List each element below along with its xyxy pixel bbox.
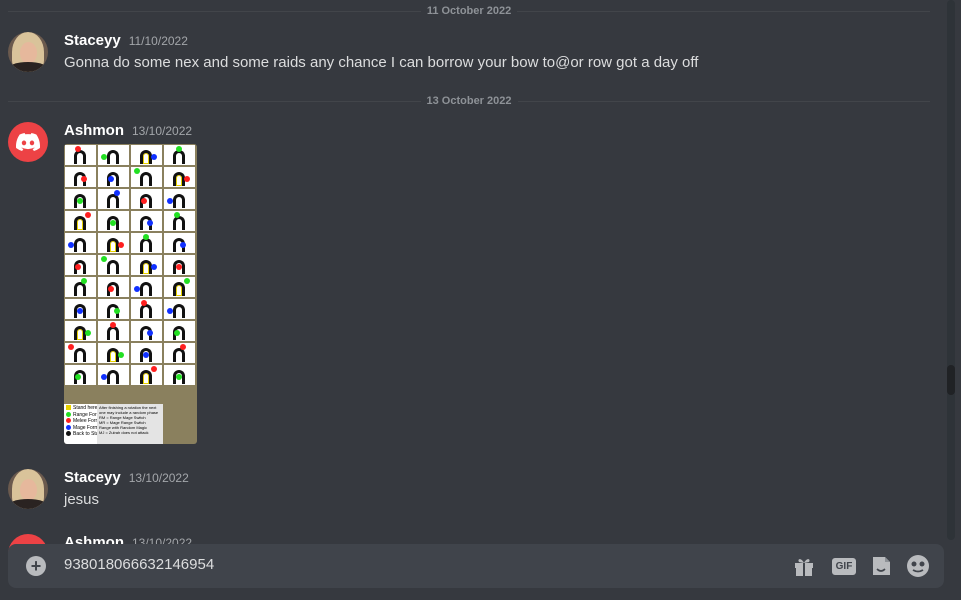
date-divider: 11 October 2022 xyxy=(8,5,931,17)
message-text: jesus xyxy=(64,491,100,508)
message-composer[interactable]: + 938018066632146954 GIF xyxy=(8,544,944,588)
message-author[interactable]: Staceyy 13/10/2022 xyxy=(64,469,189,486)
rotation-step xyxy=(98,255,129,275)
rotation-step xyxy=(65,343,96,363)
rotation-step xyxy=(164,321,195,341)
rotation-step xyxy=(131,211,162,231)
message-timestamp: 13/10/2022 xyxy=(128,471,189,485)
date-divider-label: 11 October 2022 xyxy=(426,5,512,17)
rotation-step xyxy=(164,233,195,253)
discord-logo-icon xyxy=(16,133,40,151)
rotation-step xyxy=(98,189,129,209)
rotation-step xyxy=(164,189,195,209)
rotation-step xyxy=(98,233,129,253)
date-divider-label: 13 October 2022 xyxy=(426,95,512,107)
date-divider: 13 October 2022 xyxy=(8,95,930,107)
rotation-grid xyxy=(64,144,196,386)
gift-icon[interactable] xyxy=(792,555,816,577)
rotation-step xyxy=(65,255,96,275)
rotation-step xyxy=(65,277,96,297)
rotation-step xyxy=(131,299,162,319)
rotation-step xyxy=(164,299,195,319)
message-item[interactable]: Staceyy 11/10/2022 Gonna do some nex and … xyxy=(0,32,946,80)
rotation-step xyxy=(131,167,162,187)
message-timestamp: 13/10/2022 xyxy=(132,124,193,138)
rotation-step xyxy=(98,365,129,385)
rotation-step xyxy=(65,321,96,341)
rotation-step xyxy=(131,343,162,363)
rotation-step xyxy=(98,343,129,363)
scrollbar-track[interactable] xyxy=(947,0,955,540)
message-author[interactable]: Ashmon 13/10/2022 xyxy=(64,122,192,139)
rotation-step xyxy=(164,255,195,275)
rotation-step xyxy=(131,189,162,209)
rotation-step xyxy=(98,145,129,165)
rotation-step xyxy=(164,211,195,231)
rotation-step xyxy=(131,277,162,297)
avatar[interactable] xyxy=(8,122,48,162)
sticker-icon[interactable] xyxy=(869,555,893,577)
rotation-step xyxy=(65,145,96,165)
message-author[interactable]: Staceyy 11/10/2022 xyxy=(64,32,188,49)
rotation-step xyxy=(98,299,129,319)
rotation-step xyxy=(131,145,162,165)
rotation-step xyxy=(164,145,195,165)
gif-icon[interactable]: GIF xyxy=(830,555,858,577)
scrollbar-thumb[interactable] xyxy=(947,365,955,395)
avatar[interactable] xyxy=(8,32,48,72)
rotation-step xyxy=(65,299,96,319)
rotation-step xyxy=(65,365,96,385)
rotation-step xyxy=(98,321,129,341)
rotation-step xyxy=(65,211,96,231)
message-item[interactable]: Staceyy 13/10/2022 jesus xyxy=(0,469,946,517)
emoji-icon[interactable] xyxy=(906,555,930,577)
message-input[interactable]: 938018066632146954 xyxy=(64,556,214,573)
rotation-step xyxy=(98,211,129,231)
rotation-step xyxy=(131,321,162,341)
avatar[interactable] xyxy=(8,469,48,509)
rotation-step xyxy=(164,167,195,187)
add-attachment-icon[interactable]: + xyxy=(26,556,46,576)
message-text: Gonna do some nex and some raids any cha… xyxy=(64,54,699,71)
rotation-step xyxy=(131,233,162,253)
rotation-step xyxy=(98,167,129,187)
message-timestamp: 11/10/2022 xyxy=(128,34,188,48)
rotation-step xyxy=(65,233,96,253)
rotation-step xyxy=(98,277,129,297)
rotation-step xyxy=(164,277,195,297)
rotation-step xyxy=(131,255,162,275)
image-attachment[interactable]: Stand here Range Form Melee Form Mage Fo… xyxy=(64,144,197,444)
message-list: 11 October 2022 Staceyy 11/10/2022 Gonna … xyxy=(0,0,946,600)
rotation-step xyxy=(65,189,96,209)
rotation-step xyxy=(164,343,195,363)
image-legend-notes: After finishing a rotation the next one … xyxy=(97,404,163,444)
rotation-step xyxy=(65,167,96,187)
message-item[interactable]: Ashmon 13/10/2022 Stand here Range Form M… xyxy=(0,122,946,452)
rotation-step xyxy=(131,365,162,385)
rotation-step xyxy=(164,365,195,385)
